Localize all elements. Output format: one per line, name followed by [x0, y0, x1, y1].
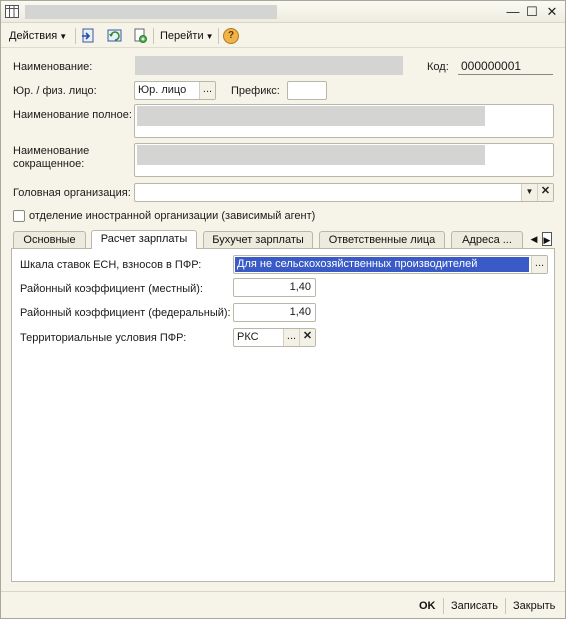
footer-divider	[443, 598, 444, 614]
ellipsis-icon[interactable]: ...	[283, 329, 299, 346]
name-label: Наименование:	[13, 61, 93, 73]
clear-icon[interactable]: ✕	[537, 184, 553, 201]
tab-payroll[interactable]: Расчет зарплаты	[91, 230, 197, 249]
toolbar-divider	[218, 28, 219, 44]
ellipsis-icon[interactable]: ...	[531, 256, 547, 273]
toolbar-divider	[75, 28, 76, 44]
prefix-field[interactable]	[287, 81, 327, 100]
short-name-field[interactable]	[134, 143, 554, 177]
full-name-redacted	[137, 106, 485, 126]
tab-main[interactable]: Основные	[13, 231, 86, 249]
form-window: — ☐ ✕ Действия ▼ Перейти ▼ ? Наименовани…	[0, 0, 566, 619]
refresh-icon[interactable]	[106, 27, 124, 45]
head-org-label: Головная организация:	[13, 187, 131, 199]
code-label: Код:	[427, 61, 449, 73]
local-coef-label: Районный коэффициент (местный):	[20, 283, 203, 295]
esn-scale-field[interactable]: Для не сельскохозяйственных производител…	[233, 255, 548, 274]
head-org-field[interactable]: ▼ ✕	[134, 183, 554, 202]
save-and-close-icon[interactable]	[80, 27, 98, 45]
full-name-label: Наименование полное:	[13, 109, 132, 121]
short-name-label-line1: Наименование	[13, 145, 90, 157]
short-name-redacted	[137, 145, 485, 165]
foreign-branch-label: отделение иностранной организации (завис…	[29, 210, 316, 222]
short-name-label-line2: сокращенное:	[13, 158, 85, 170]
dropdown-arrow-icon[interactable]: ▼	[521, 184, 537, 201]
legal-type-label: Юр. / физ. лицо:	[13, 85, 97, 97]
tab-scroll-right-icon[interactable]: ▶	[542, 232, 552, 246]
toolbar: Действия ▼ Перейти ▼ ?	[1, 24, 565, 48]
help-icon[interactable]: ?	[223, 28, 239, 44]
actions-menu-button[interactable]: Действия ▼	[9, 27, 67, 45]
tab-responsible-persons[interactable]: Ответственные лица	[319, 231, 445, 249]
foreign-branch-checkbox[interactable]	[13, 210, 25, 222]
chevron-down-icon: ▼	[59, 32, 68, 41]
goto-menu-label: Перейти	[160, 30, 204, 42]
name-field-redacted[interactable]	[135, 56, 403, 75]
ok-button[interactable]: OK	[419, 598, 436, 614]
local-coef-field[interactable]: 1,40	[233, 278, 316, 297]
tab-addresses[interactable]: Адреса ...	[451, 231, 523, 249]
goto-menu-button[interactable]: Перейти ▼	[160, 27, 214, 45]
pfr-conditions-value: РКС	[237, 331, 259, 343]
close-window-button[interactable]: ✕	[544, 4, 560, 20]
tab-payroll-accounting[interactable]: Бухучет зарплаты	[203, 231, 313, 249]
chevron-down-icon: ▼	[205, 32, 214, 41]
footer-divider	[505, 598, 506, 614]
window-title-redacted	[25, 5, 277, 19]
clear-icon[interactable]: ✕	[299, 329, 315, 346]
pfr-conditions-field[interactable]: РКС ... ✕	[233, 328, 316, 347]
code-field[interactable]: 000000001	[458, 58, 553, 75]
minimize-button[interactable]: —	[505, 4, 521, 20]
legal-type-value: Юр. лицо	[138, 84, 187, 96]
save-button[interactable]: Записать	[451, 598, 498, 614]
pfr-conditions-label: Территориальные условия ПФР:	[20, 332, 187, 344]
form-icon	[5, 5, 19, 18]
ellipsis-icon[interactable]: ...	[199, 82, 215, 99]
title-bar: — ☐ ✕	[1, 1, 565, 23]
full-name-field[interactable]	[134, 104, 554, 138]
federal-coef-field[interactable]: 1,40	[233, 303, 316, 322]
federal-coef-label: Районный коэффициент (федеральный):	[20, 307, 231, 319]
payroll-tab-panel: Шкала ставок ЕСН, взносов в ПФР: Для не …	[11, 248, 555, 582]
esn-scale-label: Шкала ставок ЕСН, взносов в ПФР:	[20, 259, 202, 271]
maximize-button[interactable]: ☐	[524, 4, 540, 20]
prefix-label: Префикс:	[231, 85, 280, 97]
tab-scroll-left-icon[interactable]: ◀	[529, 232, 539, 246]
copy-document-icon[interactable]	[131, 27, 149, 45]
close-button[interactable]: Закрыть	[513, 598, 555, 614]
footer-bar: OK Записать Закрыть	[1, 591, 565, 618]
legal-type-select[interactable]: Юр. лицо ...	[134, 81, 216, 100]
toolbar-divider	[153, 28, 154, 44]
actions-menu-label: Действия	[9, 30, 58, 42]
esn-scale-value: Для не сельскохозяйственных производител…	[235, 257, 529, 272]
